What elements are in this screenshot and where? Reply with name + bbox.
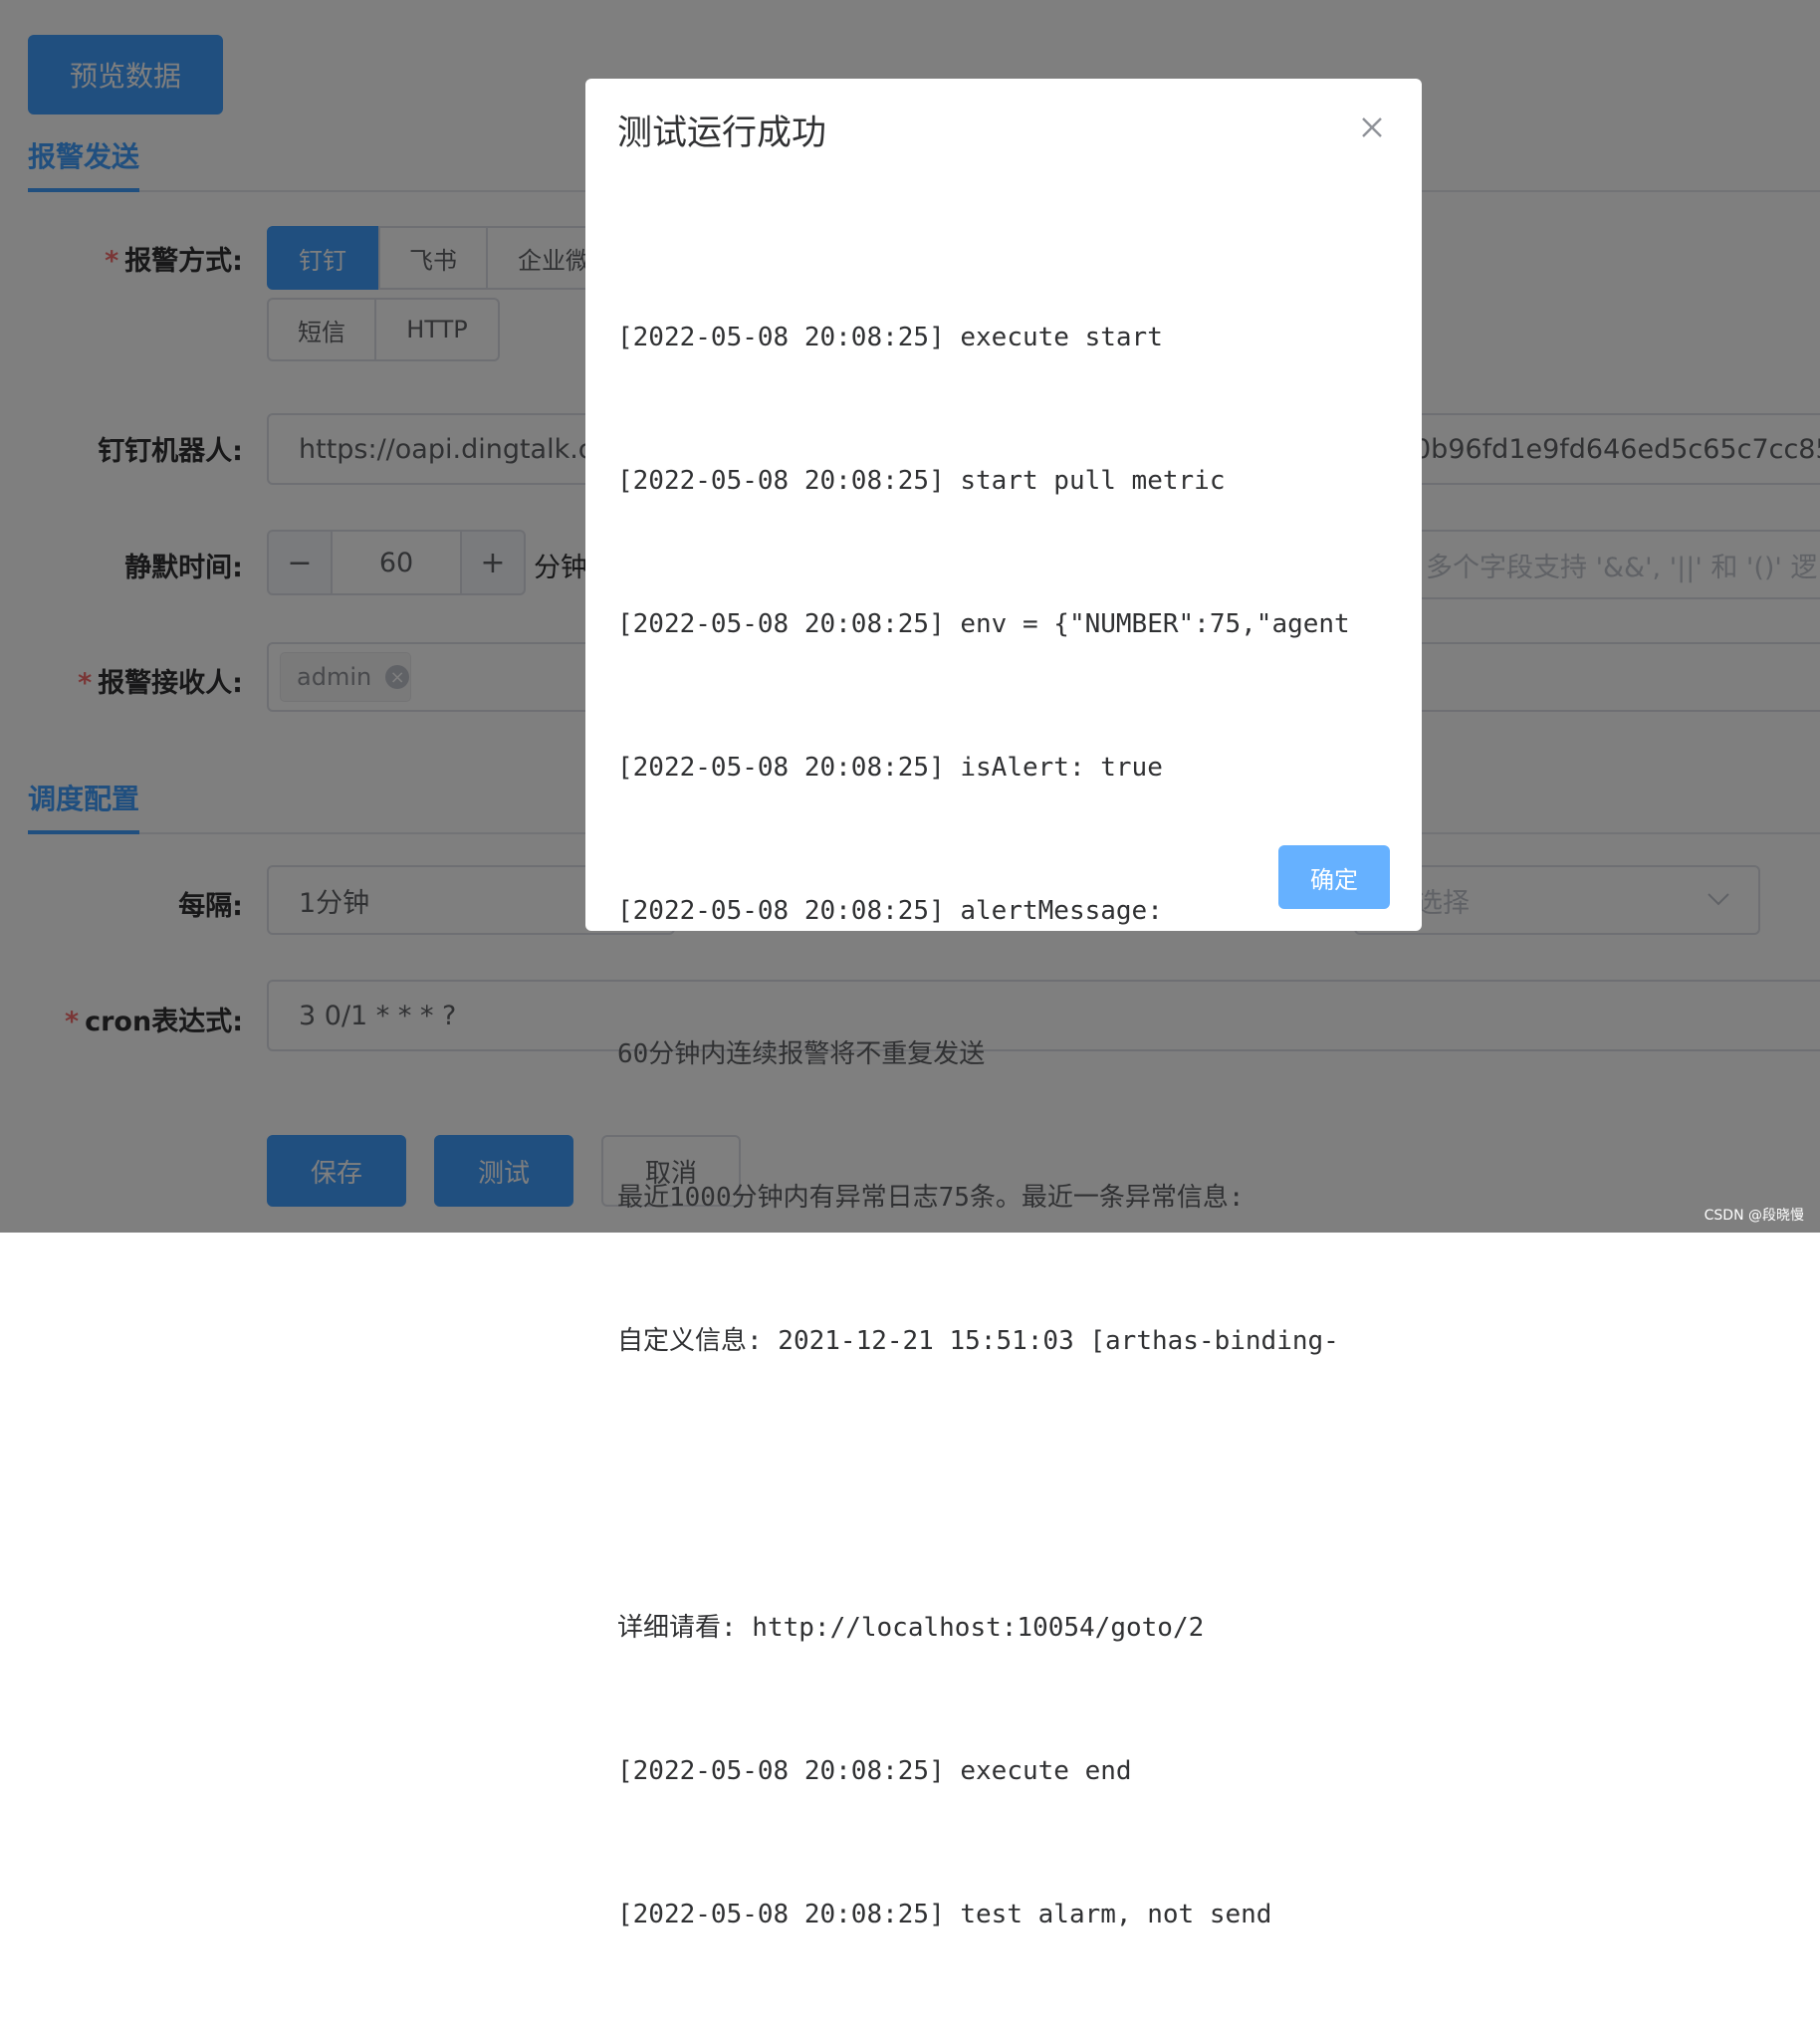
log-line: 详细请看: http://localhost:10054/goto/2 — [617, 1613, 1205, 1643]
log-line: [2022-05-08 20:08:25] execute start — [617, 323, 1163, 352]
close-icon[interactable] — [1357, 113, 1387, 142]
watermark: CSDN @段晓慢 — [1704, 1208, 1804, 1224]
log-line: 最近1000分钟内有异常日志75条。最近一条异常信息: — [617, 1183, 1245, 1213]
log-line: [2022-05-08 20:08:25] start pull metric — [617, 466, 1226, 496]
log-line: [2022-05-08 20:08:25] execute end — [617, 1756, 1132, 1786]
log-line: 60分钟内连续报警将不重复发送 — [617, 1039, 986, 1069]
log-line: [2022-05-08 20:08:25] env = {"NUMBER":75… — [617, 609, 1350, 639]
log-line: [2022-05-08 20:08:25] isAlert: true — [617, 753, 1163, 783]
test-result-dialog: 测试运行成功 [2022-05-08 20:08:25] execute sta… — [585, 79, 1422, 1929]
dialog-title: 测试运行成功 — [617, 113, 827, 153]
log-line: [2022-05-08 20:08:25] test alarm, not se… — [617, 1900, 1272, 1929]
log-line: 自定义信息: 2021-12-21 15:51:03 [arthas-bindi… — [617, 1326, 1339, 1356]
log-output: [2022-05-08 20:08:25] execute start [202… — [617, 218, 1379, 2034]
confirm-button[interactable]: 确定 — [1278, 845, 1390, 909]
log-line: [2022-05-08 20:08:25] alertMessage: — [617, 896, 1163, 926]
